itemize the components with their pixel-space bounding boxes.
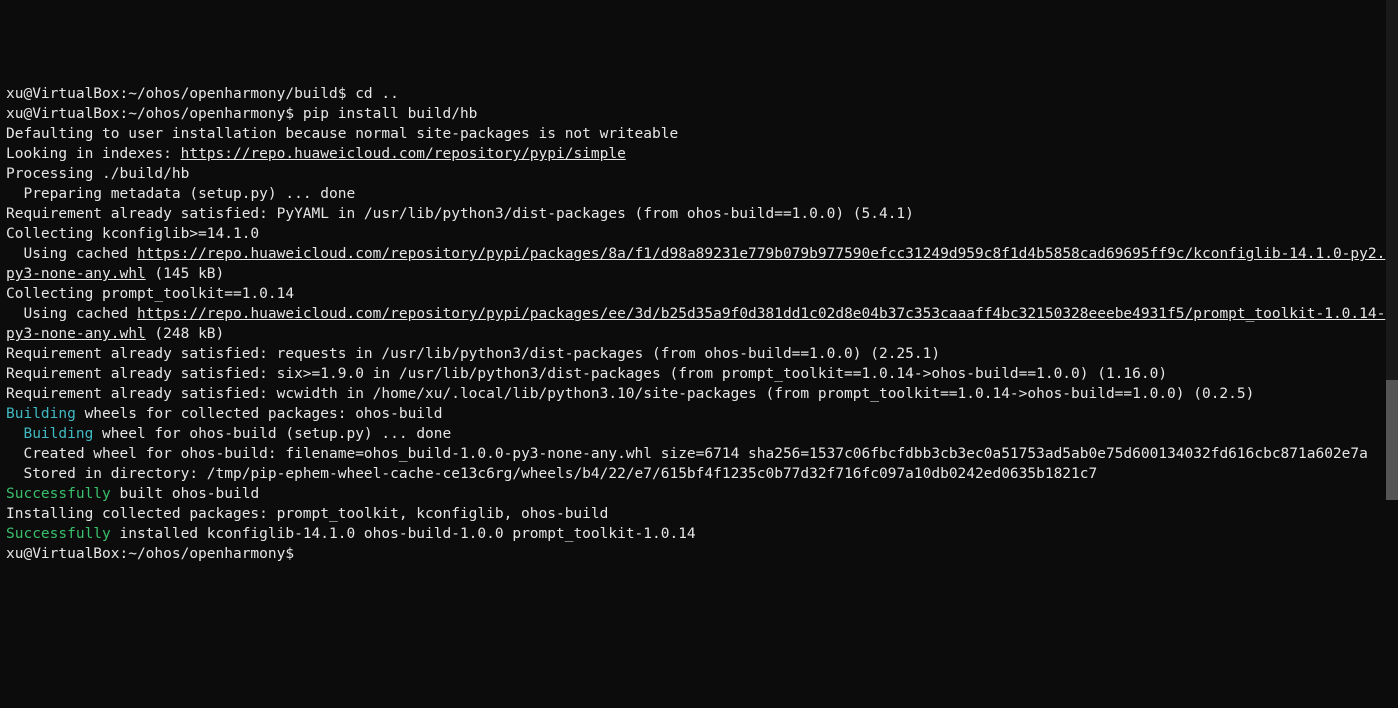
output-line: (248 kB) (146, 326, 225, 342)
command-text: cd .. (355, 86, 399, 102)
shell-prompt: xu@VirtualBox:~/ohos/openharmony$ (6, 546, 303, 562)
output-line: wheels for collected packages: ohos-buil… (76, 406, 443, 422)
command-text: pip install build/hb (303, 106, 478, 122)
output-line: Defaulting to user installation because … (6, 126, 678, 142)
output-line: Looking in indexes: (6, 146, 181, 162)
output-line: Preparing metadata (setup.py) ... done (6, 186, 355, 202)
terminal-output[interactable]: xu@VirtualBox:~/ohos/openharmony/build$ … (6, 84, 1386, 564)
output-line: Using cached (6, 306, 137, 322)
success-label: Successfully (6, 526, 111, 542)
output-line: Stored in directory: /tmp/pip-ephem-whee… (6, 466, 1097, 482)
scrollbar-thumb[interactable] (1386, 380, 1398, 500)
building-label: Building (6, 406, 76, 422)
output-line: Requirement already satisfied: requests … (6, 346, 940, 362)
scrollbar-track[interactable] (1386, 0, 1398, 500)
output-line: Collecting kconfiglib>=14.1.0 (6, 226, 259, 242)
index-url-link[interactable]: https://repo.huaweicloud.com/repository/… (181, 146, 626, 162)
output-line: Processing ./build/hb (6, 166, 189, 182)
output-line: Installing collected packages: prompt_to… (6, 506, 608, 522)
output-line: (145 kB) (146, 266, 225, 282)
building-label: Building (6, 426, 93, 442)
output-line: Requirement already satisfied: wcwidth i… (6, 386, 1254, 402)
shell-prompt: xu@VirtualBox:~/ohos/openharmony$ (6, 106, 303, 122)
output-line: Requirement already satisfied: PyYAML in… (6, 206, 914, 222)
output-line: Collecting prompt_toolkit==1.0.14 (6, 286, 294, 302)
output-line: Requirement already satisfied: six>=1.9.… (6, 366, 1167, 382)
output-line: Created wheel for ohos-build: filename=o… (6, 446, 1368, 462)
output-line: Using cached (6, 246, 137, 262)
shell-prompt: xu@VirtualBox:~/ohos/openharmony/build$ (6, 86, 355, 102)
output-line: wheel for ohos-build (setup.py) ... done (93, 426, 451, 442)
output-line: installed kconfiglib-14.1.0 ohos-build-1… (111, 526, 696, 542)
